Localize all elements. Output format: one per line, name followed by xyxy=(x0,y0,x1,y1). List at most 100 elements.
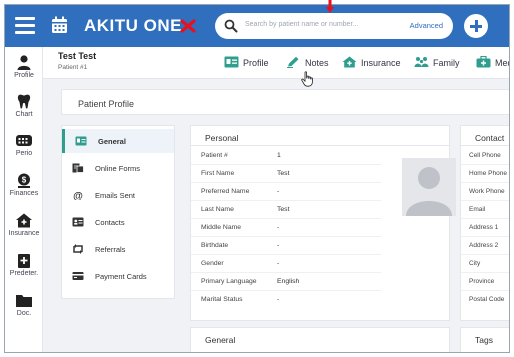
hamburger-menu-icon[interactable] xyxy=(15,17,35,34)
field-label: Preferred Name xyxy=(201,188,250,195)
perio-icon xyxy=(16,135,32,146)
field-row: Gender - xyxy=(191,255,381,273)
insurance-icon xyxy=(16,213,32,228)
tab-label: Family xyxy=(433,58,460,68)
family-icon xyxy=(414,57,429,67)
finances-icon: $ xyxy=(18,173,30,188)
app-window: AKITU ONE Search by patient name or numb… xyxy=(4,4,510,353)
sidebar-item-label: Insurance xyxy=(8,230,40,237)
calendar-icon[interactable] xyxy=(51,16,68,34)
field-value: - xyxy=(277,260,280,267)
sidebar-item-label: Profile xyxy=(14,72,34,79)
field-row: Birthdate - xyxy=(191,237,381,255)
sidebar-item-label: Doc. xyxy=(16,310,32,317)
field-row: Preferred Name - xyxy=(191,183,381,201)
field-value: - xyxy=(277,224,280,231)
field-row: Middle Name - xyxy=(191,219,381,237)
patient-name: Test Test xyxy=(58,51,97,61)
profile-section-nav: General Online Forms @ Emails Sent Conta… xyxy=(61,125,175,299)
brand-logo-text: AKITU ONE xyxy=(84,16,182,35)
field-row: Province xyxy=(461,273,509,291)
tooth-icon xyxy=(17,94,31,109)
search-placeholder: Search by patient name or number... xyxy=(245,21,359,28)
svg-text:@: @ xyxy=(73,191,83,200)
at-icon: @ xyxy=(73,191,83,200)
nav-item-label: Emails Sent xyxy=(95,191,136,200)
advanced-search-link[interactable]: Advanced xyxy=(410,21,443,30)
nav-item-contacts[interactable]: Contacts xyxy=(62,210,174,234)
field-row: First Name Test xyxy=(191,165,381,183)
field-row: Last Name Test xyxy=(191,201,381,219)
field-label: Birthdate xyxy=(201,242,229,249)
field-label: Home Phone xyxy=(469,170,507,177)
patient-header: Test Test Patient #1 Profile Notes Insur… xyxy=(43,47,509,79)
nav-item-referrals[interactable]: Referrals xyxy=(62,237,174,261)
field-label: Middle Name xyxy=(201,224,242,231)
folder-icon xyxy=(16,295,32,307)
nav-item-label: Referrals xyxy=(95,245,126,254)
tab-insurance[interactable]: Insurance xyxy=(342,56,401,70)
field-label: Postal Code xyxy=(469,296,505,303)
sidebar-item-perio[interactable]: Perio xyxy=(5,133,43,157)
field-label: Email xyxy=(469,206,486,213)
tab-profile[interactable]: Profile xyxy=(224,56,269,70)
field-label: Gender xyxy=(201,260,224,267)
tab-notes[interactable]: Notes xyxy=(286,56,329,70)
sidebar-item-profile[interactable]: Profile xyxy=(5,55,43,79)
sidebar-item-doc[interactable]: Doc. xyxy=(5,293,43,317)
personal-card: Personal Patient # 1 First Name Test Prefe… xyxy=(190,125,456,321)
patient-photo-placeholder[interactable] xyxy=(402,158,456,216)
field-value: Test xyxy=(277,206,290,213)
field-value: Test xyxy=(277,170,290,177)
nav-item-label: Payment Cards xyxy=(95,272,147,281)
field-value: - xyxy=(277,242,280,249)
referral-arrows-icon xyxy=(73,244,83,254)
tags-card-title: Tags xyxy=(475,335,493,345)
field-label: Primary Language xyxy=(201,278,257,285)
search-icon xyxy=(224,19,238,33)
sidebar-item-chart[interactable]: Chart xyxy=(5,94,43,118)
sidebar-item-label: Predeter. xyxy=(9,270,39,277)
field-label: Address 2 xyxy=(469,242,499,249)
field-label: Marital Status xyxy=(201,296,243,303)
nav-item-general[interactable]: General xyxy=(62,129,174,153)
page-title-bar: Patient Profile xyxy=(61,89,509,115)
sidebar-item-finances[interactable]: $ Finances xyxy=(5,173,43,197)
patient-search-field[interactable]: Search by patient name or number... Adva… xyxy=(215,13,453,39)
tab-label: Notes xyxy=(305,58,329,68)
field-row: Address 2 xyxy=(461,237,509,255)
field-label: Address 1 xyxy=(469,224,499,231)
sidebar-item-predeter[interactable]: Predeter. xyxy=(5,253,43,277)
nav-item-label: Contacts xyxy=(95,218,125,227)
id-card-icon xyxy=(224,56,239,68)
pencil-icon xyxy=(287,56,299,68)
predetermination-icon xyxy=(18,254,30,268)
nav-item-emails-sent[interactable]: @ Emails Sent xyxy=(62,183,174,207)
tab-medical[interactable]: Med xyxy=(476,56,509,70)
tab-label: Insurance xyxy=(361,58,401,68)
field-label: Work Phone xyxy=(469,188,505,195)
field-label: Patient # xyxy=(201,152,228,159)
field-label: Cell Phone xyxy=(469,152,501,159)
nav-item-payment-cards[interactable]: Payment Cards xyxy=(62,264,174,288)
patient-number: Patient #1 xyxy=(58,64,88,71)
personal-card-title: Personal xyxy=(191,126,449,146)
sidebar-item-insurance[interactable]: Insurance xyxy=(5,213,43,237)
mouse-cursor-icon xyxy=(301,71,313,87)
field-value: - xyxy=(277,188,280,195)
add-button[interactable] xyxy=(464,14,488,38)
sidebar-item-label: Finances xyxy=(9,190,39,197)
avatar-icon xyxy=(406,167,452,216)
tab-family[interactable]: Family xyxy=(414,56,460,70)
annotation-arrow-icon xyxy=(326,0,334,13)
nav-item-online-forms[interactable]: Online Forms xyxy=(62,156,174,180)
field-row: Home Phone xyxy=(461,165,509,183)
top-bar: AKITU ONE Search by patient name or numb… xyxy=(5,5,509,47)
field-row: Postal Code xyxy=(461,291,509,309)
contact-card: Contact Cell Phone Home Phone Work Phone… xyxy=(460,125,509,321)
annotation-x-mark-icon xyxy=(180,19,196,33)
field-value: - xyxy=(277,296,280,303)
nav-item-label: General xyxy=(98,137,126,146)
general-card-title: General xyxy=(205,335,236,345)
house-icon xyxy=(342,56,357,68)
